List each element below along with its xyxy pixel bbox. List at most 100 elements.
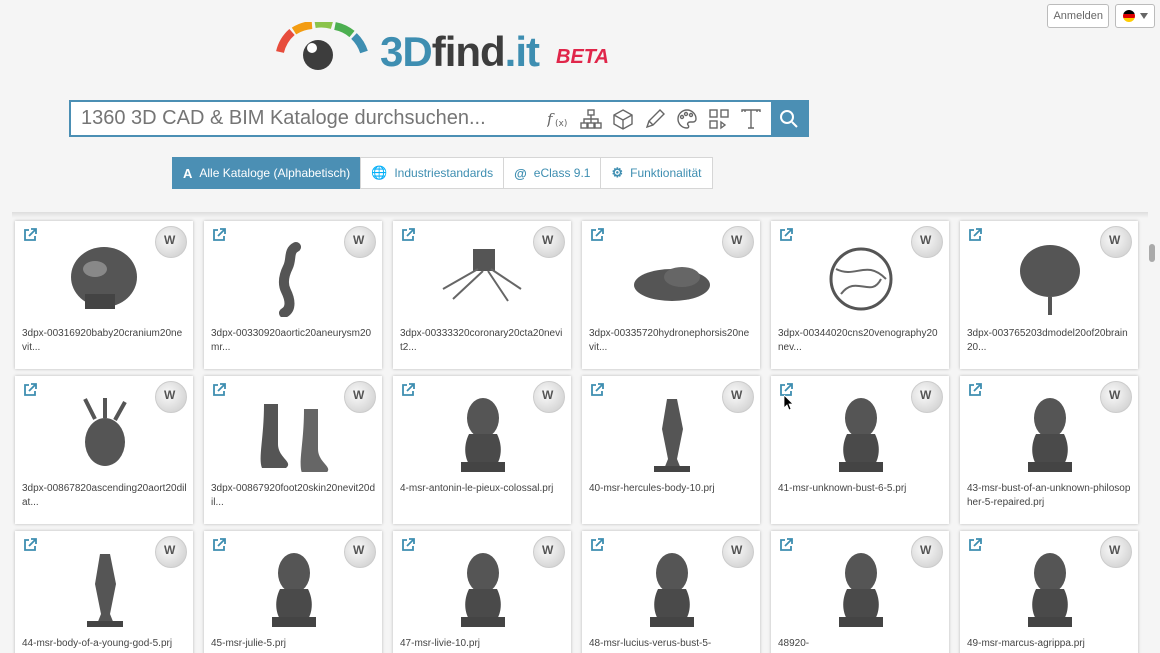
catalog-card[interactable]: W 44-msr-body-of-a-young-god-5.prj: [15, 531, 193, 653]
language-selector[interactable]: [1115, 4, 1155, 28]
catalog-card[interactable]: W 3dpx-00330920aortic20aneurysm20mr...: [204, 221, 382, 369]
external-link-icon[interactable]: [779, 228, 793, 242]
cube-icon[interactable]: [611, 107, 635, 131]
hierarchy-icon[interactable]: [579, 107, 603, 131]
wikipedia-icon[interactable]: W: [722, 536, 754, 568]
external-link-icon[interactable]: [212, 228, 226, 242]
catalog-card[interactable]: W 47-msr-livie-10.prj: [393, 531, 571, 653]
catalog-card[interactable]: W 41-msr-unknown-bust-6-5.prj: [771, 376, 949, 524]
top-right-controls: Anmelden: [1047, 4, 1155, 28]
catalog-card[interactable]: W 40-msr-hercules-body-10.prj: [582, 376, 760, 524]
external-link-icon[interactable]: [23, 228, 37, 242]
pencil-icon[interactable]: [643, 107, 667, 131]
card-title[interactable]: 43-msr-bust-of-an-unknown-philosopher-5-…: [967, 482, 1132, 512]
external-link-icon[interactable]: [779, 538, 793, 552]
external-link-icon[interactable]: [401, 228, 415, 242]
tab-label: Industriestandards: [394, 166, 494, 180]
card-title[interactable]: 3dpx-003765203dmodel20of20brain20...: [967, 327, 1132, 357]
external-link-icon[interactable]: [968, 538, 982, 552]
tab-eclass[interactable]: @ eClass 9.1: [503, 157, 602, 189]
catalog-card[interactable]: W 3dpx-00867820ascending20aort20dilat...: [15, 376, 193, 524]
catalog-card[interactable]: W 49-msr-marcus-agrippa.prj: [960, 531, 1138, 653]
card-title[interactable]: 3dpx-00316920baby20cranium20nevit...: [22, 327, 187, 357]
external-link-icon[interactable]: [968, 383, 982, 397]
wikipedia-icon[interactable]: W: [911, 536, 943, 568]
external-link-icon[interactable]: [23, 383, 37, 397]
card-title[interactable]: 40-msr-hercules-body-10.prj: [589, 482, 754, 512]
external-link-icon[interactable]: [401, 383, 415, 397]
wikipedia-icon[interactable]: W: [1100, 536, 1132, 568]
login-button[interactable]: Anmelden: [1047, 4, 1109, 28]
card-title[interactable]: 41-msr-unknown-bust-6-5.prj: [778, 482, 943, 512]
tab-industry-standards[interactable]: 🌐 Industriestandards: [360, 157, 505, 189]
card-title[interactable]: 3dpx-00867820ascending20aort20dilat...: [22, 482, 187, 512]
wikipedia-icon[interactable]: W: [344, 226, 376, 258]
scroll-thumb[interactable]: [1149, 244, 1155, 262]
model-thumbnail: [461, 553, 505, 627]
search-button[interactable]: [771, 102, 807, 135]
catalog-card[interactable]: W 48-msr-lucius-verus-bust-5-: [582, 531, 760, 653]
search-input[interactable]: [71, 106, 547, 131]
wikipedia-icon[interactable]: W: [344, 381, 376, 413]
external-link-icon[interactable]: [23, 538, 37, 552]
wikipedia-icon[interactable]: W: [911, 381, 943, 413]
wikipedia-icon[interactable]: W: [155, 226, 187, 258]
card-title[interactable]: 49-msr-marcus-agrippa.prj: [967, 637, 1132, 653]
catalog-card[interactable]: W 3dpx-00335720hydronephorsis20nevit...: [582, 221, 760, 369]
model-thumbnail: [278, 242, 301, 317]
card-title[interactable]: 48-msr-lucius-verus-bust-5-: [589, 637, 754, 653]
formula-icon[interactable]: f (x): [547, 107, 571, 131]
wikipedia-icon[interactable]: W: [911, 226, 943, 258]
card-title[interactable]: 4-msr-antonin-le-pieux-colossal.prj: [400, 482, 565, 512]
wikipedia-icon[interactable]: W: [533, 381, 565, 413]
catalog-card[interactable]: W 48920-: [771, 531, 949, 653]
site-logo[interactable]: 3Dfind.it BETA: [274, 22, 614, 77]
shapes-icon[interactable]: [707, 107, 731, 131]
model-thumbnail: [1020, 245, 1080, 315]
grid-top-shadow: [12, 212, 1148, 218]
card-title[interactable]: 3dpx-00330920aortic20aneurysm20mr...: [211, 327, 376, 357]
scrollbar[interactable]: [1148, 42, 1156, 653]
external-link-icon[interactable]: [590, 228, 604, 242]
external-link-icon[interactable]: [590, 383, 604, 397]
external-link-icon[interactable]: [968, 228, 982, 242]
text-icon[interactable]: [739, 107, 763, 131]
catalog-card[interactable]: W 4-msr-antonin-le-pieux-colossal.prj: [393, 376, 571, 524]
external-link-icon[interactable]: [212, 383, 226, 397]
external-link-icon[interactable]: [590, 538, 604, 552]
wikipedia-icon[interactable]: W: [722, 381, 754, 413]
wikipedia-icon[interactable]: W: [344, 536, 376, 568]
catalog-card[interactable]: W 3dpx-00316920baby20cranium20nevit...: [15, 221, 193, 369]
card-title[interactable]: 3dpx-00333320coronary20cta20nevit2...: [400, 327, 565, 357]
model-thumbnail: [442, 249, 522, 302]
card-title[interactable]: 3dpx-00344020cns20venography20nev...: [778, 327, 943, 357]
wikipedia-icon[interactable]: W: [1100, 381, 1132, 413]
catalog-card[interactable]: W 3dpx-003765203dmodel20of20brain20...: [960, 221, 1138, 369]
card-title[interactable]: 44-msr-body-of-a-young-god-5.prj: [22, 637, 187, 653]
catalog-card[interactable]: W 43-msr-bust-of-an-unknown-philosopher-5…: [960, 376, 1138, 524]
external-link-icon[interactable]: [401, 538, 415, 552]
wikipedia-icon[interactable]: W: [1100, 226, 1132, 258]
tab-all-catalogs[interactable]: A Alle Kataloge (Alphabetisch): [172, 157, 362, 189]
catalog-grid: W 3dpx-00316920baby20cranium20nevit... W 3d…: [12, 212, 1148, 653]
catalog-card[interactable]: W 45-msr-julie-5.prj: [204, 531, 382, 653]
wikipedia-icon[interactable]: W: [722, 226, 754, 258]
wikipedia-icon[interactable]: W: [533, 536, 565, 568]
catalog-card[interactable]: W 3dpx-00344020cns20venography20nev...: [771, 221, 949, 369]
external-link-icon[interactable]: [212, 538, 226, 552]
catalog-card[interactable]: W 3dpx-00333320coronary20cta20nevit2...: [393, 221, 571, 369]
tab-functionality[interactable]: ⚙ Funktionalität: [600, 157, 713, 189]
palette-icon[interactable]: [675, 107, 699, 131]
wikipedia-icon[interactable]: W: [155, 381, 187, 413]
catalog-card[interactable]: W 3dpx-00867920foot20skin20nevit20dil...: [204, 376, 382, 524]
svg-text:(x): (x): [555, 119, 567, 129]
card-title[interactable]: 47-msr-livie-10.prj: [400, 637, 565, 653]
card-title[interactable]: 48920-: [778, 637, 943, 653]
wikipedia-icon[interactable]: W: [155, 536, 187, 568]
model-thumbnail: [272, 553, 316, 627]
model-thumbnail: [461, 398, 505, 472]
card-title[interactable]: 3dpx-00335720hydronephorsis20nevit...: [589, 327, 754, 357]
card-title[interactable]: 45-msr-julie-5.prj: [211, 637, 376, 653]
card-title[interactable]: 3dpx-00867920foot20skin20nevit20dil...: [211, 482, 376, 512]
wikipedia-icon[interactable]: W: [533, 226, 565, 258]
